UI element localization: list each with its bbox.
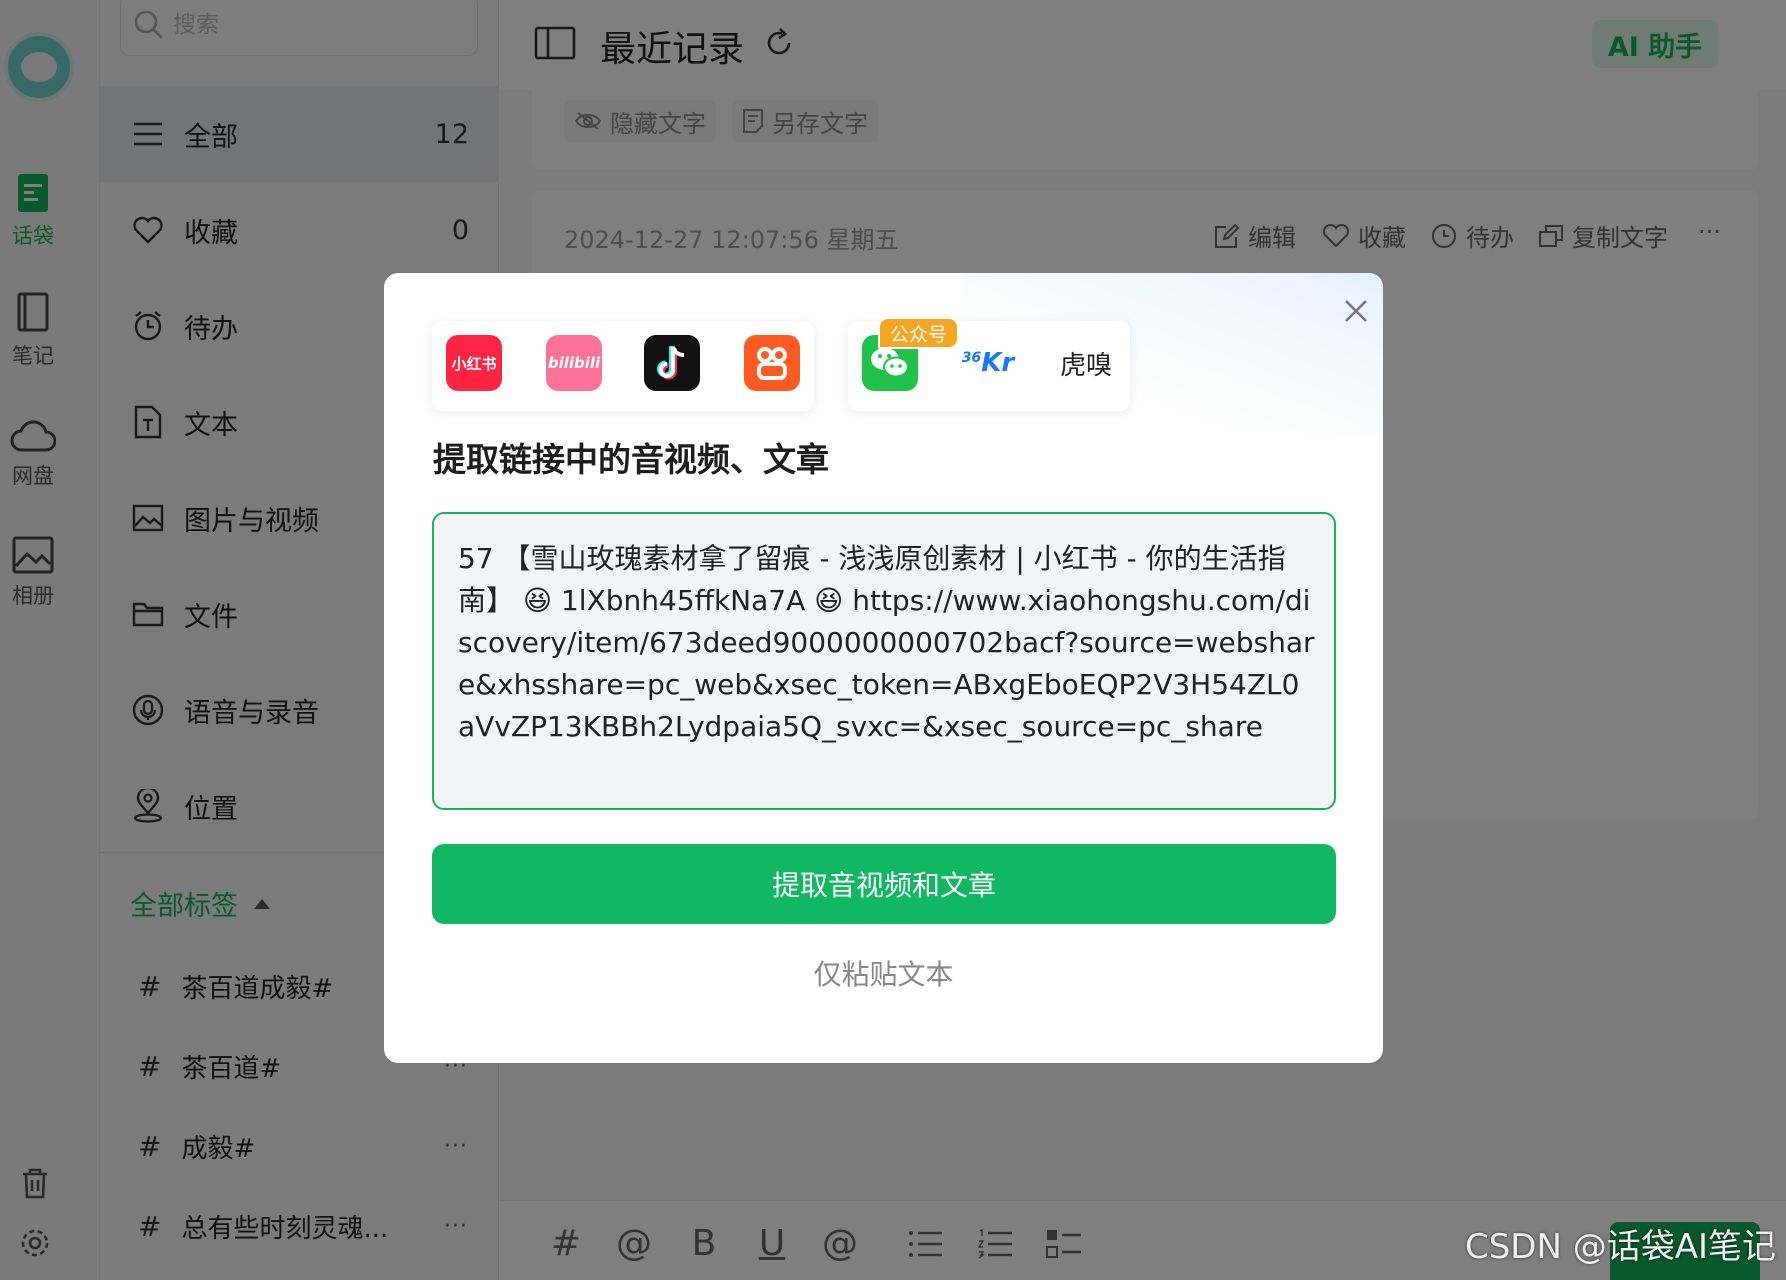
36kr-text: Kr [981, 348, 1015, 378]
dialog-title: 提取链接中的音视频、文章 [433, 440, 829, 479]
close-icon[interactable] [1336, 291, 1376, 331]
36kr-icon: 36 Kr [960, 335, 1016, 391]
36kr-sup-text: 36 [961, 350, 982, 366]
xiaohongshu-icon: 小红书 [446, 335, 502, 391]
huxiu-icon: 虎嗅 [1058, 335, 1114, 391]
extract-media-button[interactable]: 提取音视频和文章 [432, 844, 1336, 924]
paste-text-only-link[interactable]: 仅粘贴文本 [384, 953, 1383, 993]
gongzhonghao-badge: 公众号 [878, 317, 960, 349]
bilibili-icon: bilibili [546, 335, 602, 391]
watermark: CSDN @话袋AI笔记 [1464, 1227, 1776, 1267]
kuaishou-icon [744, 335, 800, 391]
douyin-icon [644, 335, 700, 391]
video-platforms-group: 小红书 bilibili [432, 321, 814, 411]
link-textarea[interactable]: 57 【雪山玫瑰素材拿了留痕 - 浅浅原创素材 | 小红书 - 你的生活指南】 … [432, 512, 1336, 810]
extract-link-dialog: 小红书 bilibili 36 Kr 虎嗅 公众号 提取链接中的音视频、文章 57… [384, 273, 1383, 1063]
